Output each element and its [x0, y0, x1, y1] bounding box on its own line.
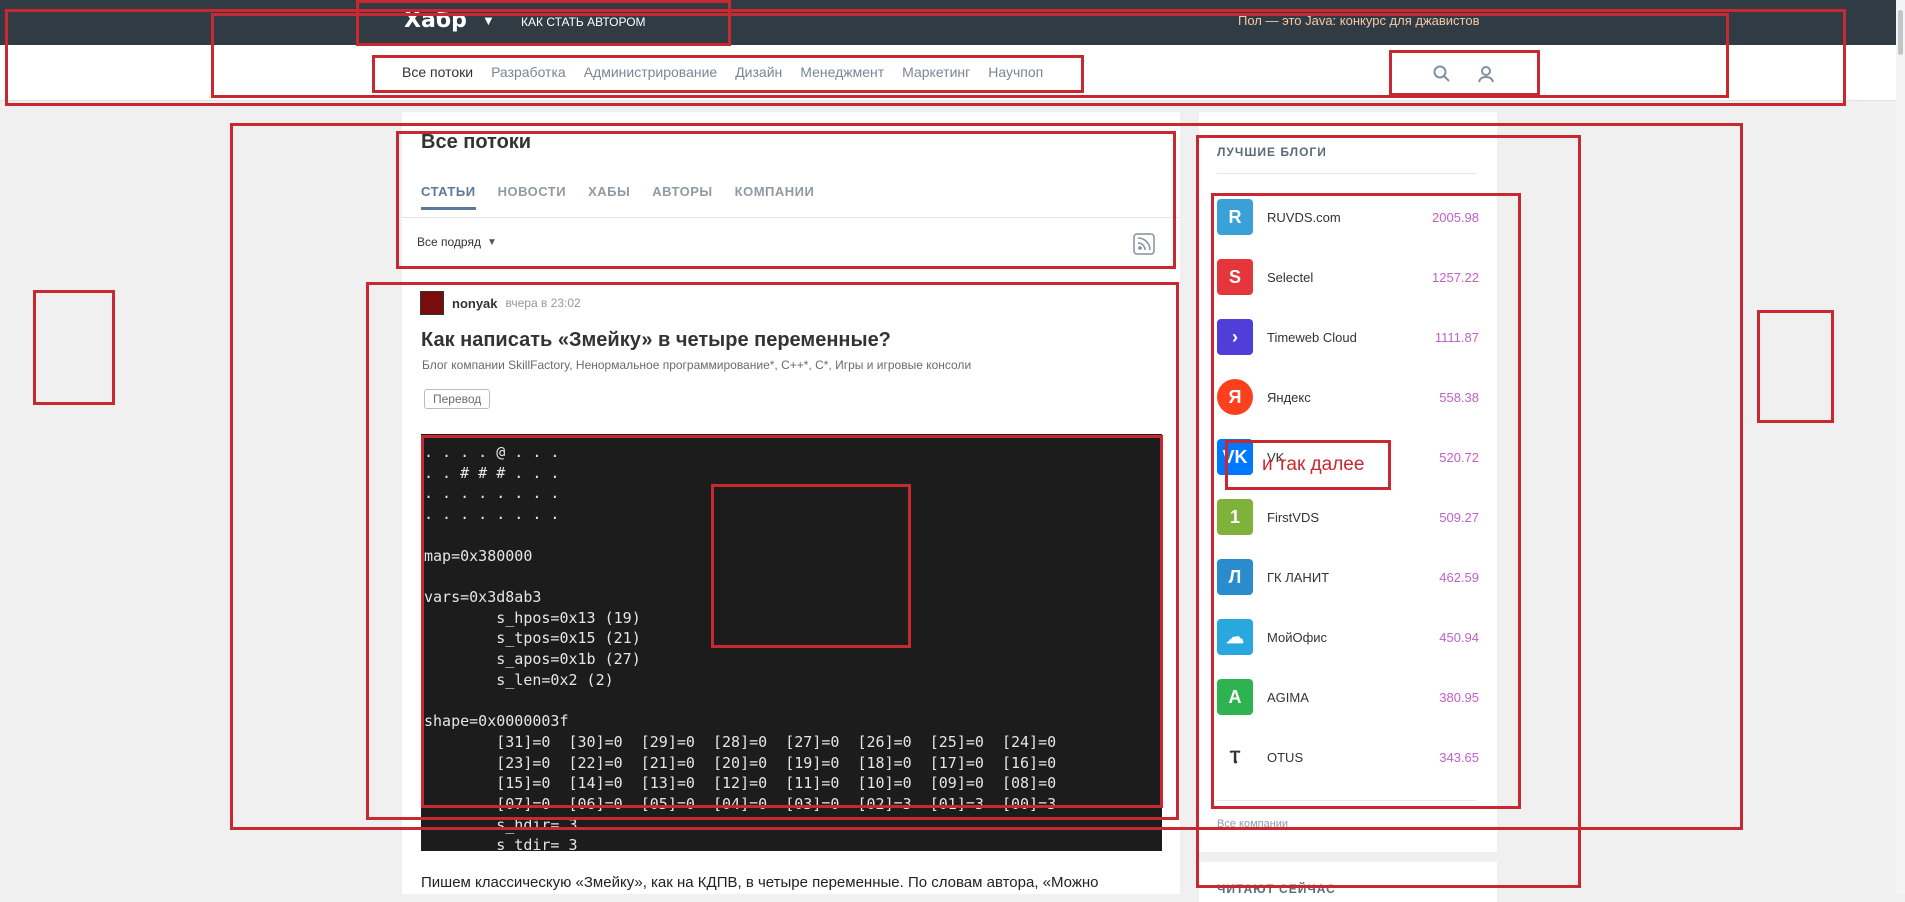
annotation-box	[356, 0, 731, 46]
annotation-box	[1757, 310, 1834, 423]
scrollbar[interactable]	[1896, 0, 1905, 894]
annotation-box	[1389, 50, 1540, 96]
scrollbar-thumb[interactable]	[1898, 10, 1903, 55]
annotation-text: и так далее	[1262, 454, 1365, 475]
annotation-box	[33, 290, 115, 405]
annotation-box	[1211, 193, 1521, 809]
annotation-box	[711, 484, 911, 648]
annotation-box	[372, 55, 1084, 93]
post-lead: Пишем классическую «Змейку», как на КДПВ…	[421, 874, 1099, 891]
annotation-box	[396, 131, 1176, 269]
